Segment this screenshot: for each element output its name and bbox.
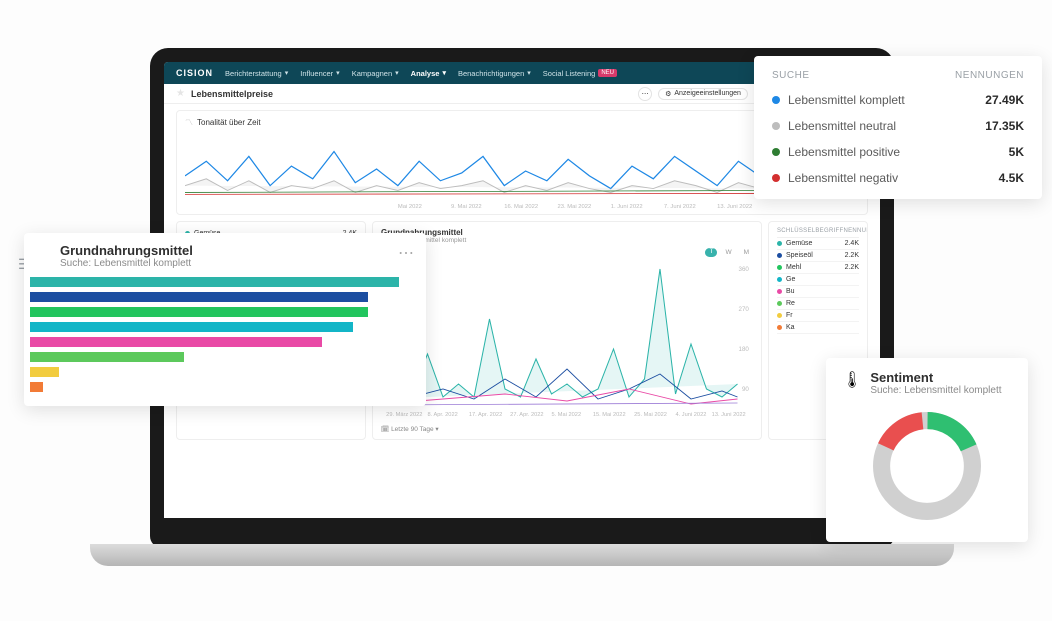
bar-butter[interactable]: [30, 337, 322, 347]
svg-text:270: 270: [739, 306, 750, 313]
legend-dot-icon: [777, 301, 782, 306]
chevron-down-icon: ▾: [527, 69, 531, 77]
date-range-footer[interactable]: 🗓 Letzte 90 Tage ▾: [381, 425, 753, 433]
grundnahrungsmittel-line-panel: Grundnahrungsmittel Suche: Lebensmittel …: [372, 221, 762, 440]
chevron-down-icon: ▾: [442, 69, 446, 77]
panel-title: Grundnahrungsmittel: [381, 228, 753, 237]
table-row[interactable]: Mehl2.2K: [777, 262, 859, 274]
sentiment-title: Sentiment: [870, 370, 1001, 385]
sentiment-donut: [842, 406, 1012, 526]
chart-title: Tonalität über Zeit: [197, 118, 261, 127]
mention-row[interactable]: Lebensmittel negativ4.5K: [772, 171, 1024, 185]
more-button[interactable]: ⋯: [638, 87, 652, 101]
display-settings-button[interactable]: ⚙ Anzeigeeinstellungen: [658, 88, 748, 100]
chevron-down-icon: ▾: [336, 69, 340, 77]
table-row[interactable]: Fr: [777, 310, 859, 322]
mention-row[interactable]: Lebensmittel neutral17.35K: [772, 119, 1024, 133]
donut-chart-svg: [867, 406, 987, 526]
svg-text:17. Apr. 2022: 17. Apr. 2022: [469, 412, 502, 418]
svg-text:90: 90: [742, 386, 750, 393]
more-icon[interactable]: ⋯: [398, 243, 414, 263]
svg-text:Mai 2022: Mai 2022: [398, 204, 422, 210]
mentions-overlay-card: SUCHE NENNUNGEN Lebensmittel komplett27.…: [754, 56, 1042, 199]
bar-speiseöl[interactable]: [30, 292, 368, 302]
svg-text:1. Juni 2022: 1. Juni 2022: [611, 204, 643, 210]
svg-text:9. Mai 2022: 9. Mai 2022: [451, 204, 482, 210]
sentiment-overlay-card: 🌡 Sentiment Suche: Lebensmittel komplett: [826, 358, 1028, 542]
svg-text:16. Mai 2022: 16. Mai 2022: [504, 204, 538, 210]
bars-subtitle: Suche: Lebensmittel komplett: [60, 258, 193, 269]
table-row[interactable]: Re: [777, 298, 859, 310]
svg-text:29. März 2022: 29. März 2022: [386, 412, 422, 418]
logo: CISION: [176, 68, 213, 78]
bars-overlay-card: Grundnahrungsmittel Suche: Lebensmittel …: [24, 233, 426, 406]
table-row[interactable]: Ka: [777, 322, 859, 334]
legend-dot-icon: [777, 289, 782, 294]
mentions-header: SUCHE NENNUNGEN: [772, 70, 1024, 81]
bar-reis[interactable]: [30, 352, 184, 362]
tonality-chart-svg: 1K 500 250 Mai 2022 9. Mai 2022 16. Mai …: [185, 132, 781, 210]
legend-dot-icon: [772, 96, 780, 104]
mention-row[interactable]: Lebensmittel positive5K: [772, 145, 1024, 159]
svg-text:4. Juni 2022: 4. Juni 2022: [676, 412, 707, 418]
bar-mehl[interactable]: [30, 307, 368, 317]
legend-dot-icon: [777, 277, 782, 282]
nav-benachrichtigungen[interactable]: Benachrichtigungen▾: [458, 69, 531, 78]
nav-kampagnen[interactable]: Kampagnen▾: [352, 69, 399, 78]
legend-dot-icon: [777, 313, 782, 318]
legend-dot-icon: [777, 241, 782, 246]
table-row[interactable]: Ge: [777, 274, 859, 286]
bar-getreide[interactable]: [30, 322, 353, 332]
svg-text:180: 180: [739, 346, 750, 353]
chevron-down-icon: ▾: [285, 69, 289, 77]
bar-früchte[interactable]: [30, 367, 59, 377]
legend-dot-icon: [777, 325, 782, 330]
bar-kartoffel[interactable]: [30, 382, 43, 392]
toggle-w[interactable]: W: [721, 248, 735, 257]
nav-berichterstattung[interactable]: Berichterstattung▾: [225, 69, 288, 78]
toggle-m[interactable]: M: [740, 248, 753, 257]
page-title: Lebensmittelpreise: [191, 89, 273, 99]
svg-text:13. Juni 2022: 13. Juni 2022: [712, 412, 746, 418]
svg-text:25. Mai 2022: 25. Mai 2022: [634, 412, 667, 418]
svg-text:7. Juni 2022: 7. Juni 2022: [664, 204, 696, 210]
table-row[interactable]: Gemüse2.4K: [777, 238, 859, 250]
table-row[interactable]: Speiseöl2.2K: [777, 250, 859, 262]
chevron-down-icon: ▾: [395, 69, 399, 77]
legend-dot-icon: [772, 122, 780, 130]
nav-social-listening[interactable]: Social ListeningNEU: [543, 69, 617, 78]
favorite-star-icon[interactable]: ★: [176, 88, 185, 99]
svg-text:23. Mai 2022: 23. Mai 2022: [558, 204, 592, 210]
side-keywords-head: SCHLÜSSELBEGRIFFNENNUNGEN: [777, 228, 859, 238]
svg-text:15. Mai 2022: 15. Mai 2022: [593, 412, 626, 418]
table-row[interactable]: Bu: [777, 286, 859, 298]
nav-analyse[interactable]: Analyse▾: [411, 69, 446, 78]
svg-text:13. Juni 2022: 13. Juni 2022: [717, 204, 752, 210]
panel-subtitle: Suche: Lebensmittel komplett: [381, 237, 753, 244]
mention-row[interactable]: Lebensmittel komplett27.49K: [772, 93, 1024, 107]
bar-gemüse[interactable]: [30, 277, 399, 287]
thermometer-icon: 🌡: [842, 370, 862, 390]
bars-container: [30, 277, 414, 392]
svg-text:360: 360: [739, 266, 750, 273]
line-chart-icon: 〽: [185, 117, 193, 128]
legend-dot-icon: [777, 253, 782, 258]
svg-text:5. Mai 2022: 5. Mai 2022: [552, 412, 582, 418]
grundnahrungsmittel-chart-svg: 360 270 180 90 29. März 2022 8. Apr. 202…: [381, 259, 753, 419]
new-badge: NEU: [598, 69, 617, 77]
sentiment-subtitle: Suche: Lebensmittel komplett: [870, 385, 1001, 396]
laptop-base: [90, 544, 954, 566]
bars-title: Grundnahrungsmittel: [60, 243, 193, 258]
svg-text:8. Apr. 2022: 8. Apr. 2022: [428, 412, 458, 418]
legend-dot-icon: [777, 265, 782, 270]
nav-influencer[interactable]: Influencer▾: [300, 69, 339, 78]
toggle-t[interactable]: T: [705, 248, 717, 257]
svg-text:27. Apr. 2022: 27. Apr. 2022: [510, 412, 543, 418]
legend-dot-icon: [772, 174, 780, 182]
legend-dot-icon: [772, 148, 780, 156]
